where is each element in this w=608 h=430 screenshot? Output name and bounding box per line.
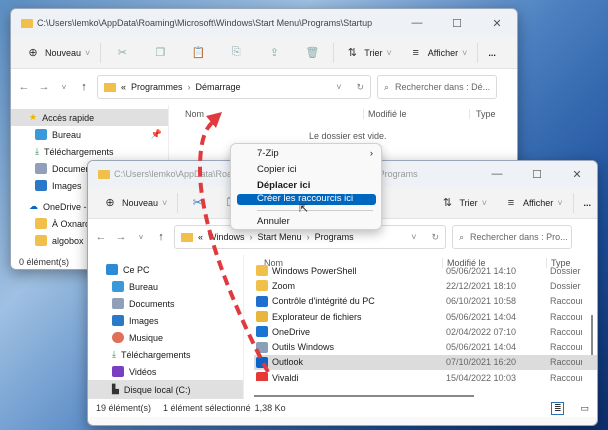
menu-item-cancel[interactable]: Annuler [257, 216, 290, 227]
mouse-cursor-icon: ⇱ [299, 203, 309, 215]
menu-separator [257, 210, 373, 211]
menu-item-copy-here[interactable]: Copier ici [257, 164, 297, 175]
menu-item-move-here[interactable]: Déplacer ici [257, 180, 310, 191]
chevron-right-icon: › [369, 148, 373, 159]
menu-item-7zip[interactable]: 7-Zip › [257, 148, 373, 159]
menu-label: 7-Zip [257, 148, 279, 159]
context-menu: 7-Zip › Copier ici Déplacer ici Créer les… [230, 143, 382, 230]
